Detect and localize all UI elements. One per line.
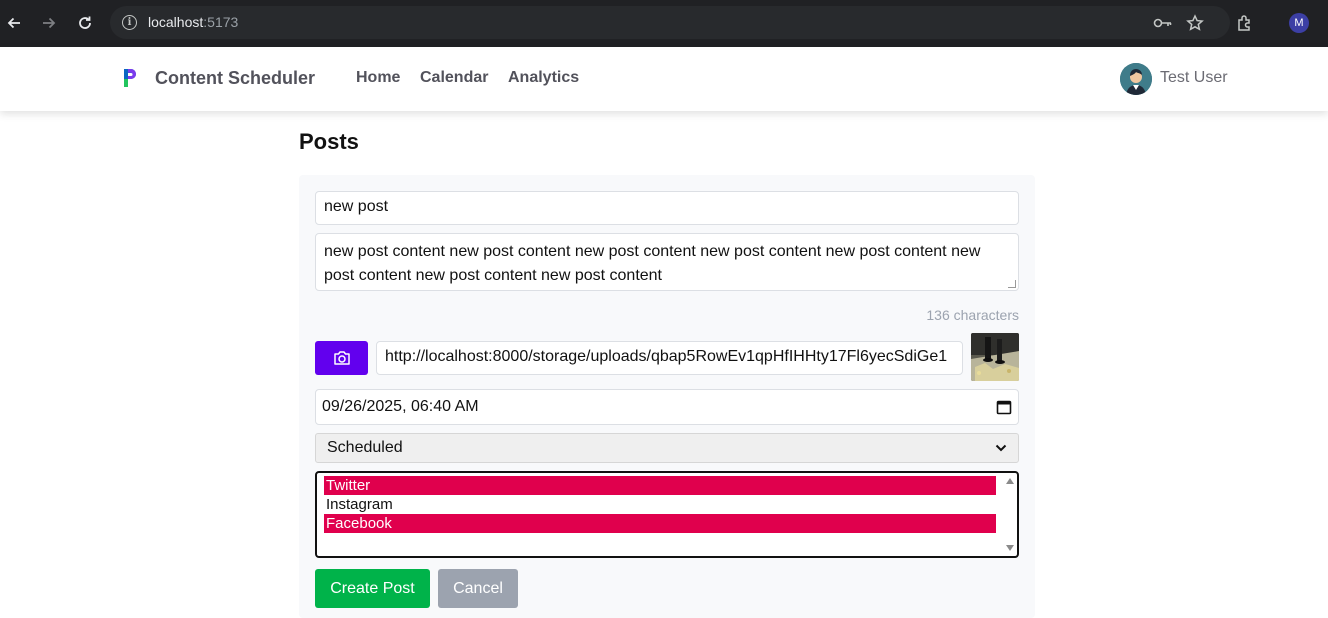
back-arrow-icon[interactable] <box>3 12 25 34</box>
image-preview-thumbnail <box>971 333 1019 381</box>
user-avatar[interactable] <box>1120 63 1152 95</box>
user-name[interactable]: Test User <box>1160 69 1228 87</box>
bookmark-star-icon[interactable] <box>1184 12 1206 34</box>
cancel-button[interactable]: Cancel <box>438 569 518 608</box>
nav-analytics[interactable]: Analytics <box>508 69 579 87</box>
page-title: Posts <box>299 129 359 154</box>
calendar-icon[interactable] <box>996 399 1012 415</box>
post-content-text: new post content new post content new po… <box>324 243 981 284</box>
nav-home[interactable]: Home <box>356 69 400 87</box>
character-count: 136 characters <box>926 307 1019 323</box>
address-bar[interactable]: i localhost:5173 <box>110 6 1230 39</box>
scroll-up-arrow-icon[interactable] <box>1006 478 1014 484</box>
resize-grip-icon[interactable] <box>1008 280 1016 288</box>
post-title-input[interactable]: new post <box>315 191 1019 225</box>
browser-toolbar: i localhost:5173 M <box>0 0 1328 47</box>
status-select[interactable]: Scheduled <box>315 433 1019 463</box>
brand-title[interactable]: Content Scheduler <box>155 68 315 89</box>
platform-option-facebook[interactable]: Facebook <box>324 514 996 533</box>
app-header: Content Scheduler Home Calendar Analytic… <box>0 47 1328 111</box>
password-key-icon[interactable] <box>1152 12 1174 34</box>
site-info-icon[interactable]: i <box>122 15 137 30</box>
platform-option-instagram[interactable]: Instagram <box>324 495 996 514</box>
nav-calendar[interactable]: Calendar <box>420 69 488 87</box>
post-content-textarea[interactable]: new post content new post content new po… <box>315 233 1019 291</box>
forward-arrow-icon[interactable] <box>38 12 60 34</box>
create-post-button[interactable]: Create Post <box>315 569 430 608</box>
reload-icon[interactable] <box>74 12 96 34</box>
address-url: localhost:5173 <box>148 14 239 30</box>
chevron-down-icon <box>995 444 1007 452</box>
scroll-down-arrow-icon[interactable] <box>1006 545 1014 551</box>
extensions-icon[interactable] <box>1234 12 1256 34</box>
app-logo-icon <box>124 69 136 87</box>
platforms-multiselect[interactable]: Twitter Instagram Facebook <box>315 471 1019 558</box>
upload-image-button[interactable] <box>315 341 368 375</box>
browser-profile-avatar[interactable]: M <box>1289 13 1309 33</box>
schedule-datetime-value: 09/26/2025, 06:40 AM <box>322 398 479 415</box>
status-selected-value: Scheduled <box>327 439 403 456</box>
schedule-datetime-input[interactable]: 09/26/2025, 06:40 AM <box>315 389 1019 425</box>
image-url-input[interactable]: http://localhost:8000/storage/uploads/qb… <box>376 341 963 375</box>
platform-option-twitter[interactable]: Twitter <box>324 476 996 495</box>
camera-icon <box>333 351 350 365</box>
post-form: new post new post content new post conte… <box>299 175 1035 618</box>
